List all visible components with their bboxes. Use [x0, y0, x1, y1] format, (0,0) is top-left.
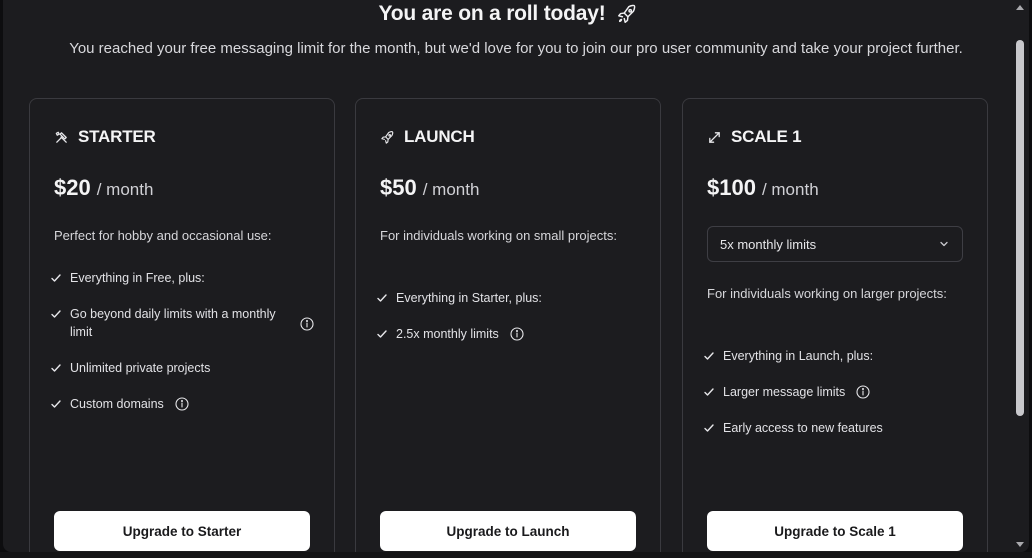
plan-card-scale-1: SCALE 1 $100 / month 5x monthly limits F…: [682, 98, 988, 552]
plan-price-row: $100 / month: [707, 175, 819, 201]
feature-item: Early access to new features: [703, 419, 967, 437]
check-icon: [377, 294, 387, 302]
feature-item: Unlimited private projects: [50, 359, 314, 377]
plan-description: Perfect for hobby and occasional use:: [54, 228, 272, 243]
plan-price-row: $50 / month: [380, 175, 479, 201]
plan-price-row: $20 / month: [54, 175, 153, 201]
plan-features: Everything in Starter, plus: 2.5x monthl…: [376, 289, 640, 361]
check-icon: [704, 388, 714, 396]
check-icon: [51, 364, 61, 372]
plan-period: / month: [422, 180, 480, 199]
feature-item: Everything in Free, plus:: [50, 269, 314, 287]
feature-item: Everything in Launch, plus:: [703, 347, 967, 365]
info-icon[interactable]: [300, 316, 314, 331]
scrollbar-thumb[interactable]: [1016, 40, 1024, 416]
feature-text: Everything in Launch, plus:: [723, 349, 874, 363]
feature-item: Custom domains: [50, 395, 314, 413]
plan-features: Everything in Launch, plus: Larger messa…: [703, 347, 967, 455]
limits-select-value: 5x monthly limits: [720, 236, 817, 252]
check-icon: [704, 424, 714, 432]
plan-card-starter: STARTER $20 / month Perfect for hobby an…: [29, 98, 335, 552]
upgrade-starter-button[interactable]: Upgrade to Starter: [54, 511, 310, 551]
tools-icon: [55, 131, 67, 143]
feature-item: Everything in Starter, plus:: [376, 289, 640, 307]
dialog-scrollbar[interactable]: [1013, 0, 1027, 552]
upgrade-launch-button[interactable]: Upgrade to Launch: [380, 511, 636, 551]
plan-price: $100: [707, 175, 756, 200]
plan-header: SCALE 1: [707, 127, 802, 147]
plan-price: $20: [54, 175, 91, 200]
dialog-title: You are on a roll today!: [378, 2, 606, 25]
check-icon: [51, 274, 61, 282]
info-icon[interactable]: [856, 385, 870, 399]
plan-name: LAUNCH: [404, 127, 475, 146]
check-icon: [51, 310, 61, 318]
rocket-icon: [617, 4, 635, 23]
feature-text: Early access to new features: [723, 421, 883, 435]
dialog-header: You are on a roll today!: [3, 2, 1013, 26]
plan-card-launch: LAUNCH $50 / month For individuals worki…: [355, 98, 661, 552]
info-icon[interactable]: [510, 327, 524, 341]
feature-text: Everything in Starter, plus:: [396, 291, 542, 305]
feature-text: Unlimited private projects: [70, 361, 211, 375]
plan-name: STARTER: [78, 127, 156, 146]
plan-header: LAUNCH: [380, 127, 475, 147]
check-icon: [704, 352, 714, 360]
chevron-down-icon: [940, 241, 948, 247]
check-icon: [377, 330, 387, 338]
rocket-icon: [381, 130, 394, 144]
info-icon[interactable]: [175, 397, 189, 411]
plan-period: / month: [761, 180, 819, 199]
feature-text: Larger message limits: [723, 385, 846, 399]
plan-price: $50: [380, 175, 417, 200]
dialog-subtitle: You reached your free messaging limit fo…: [69, 40, 963, 57]
plan-features: Everything in Free, plus: Go beyond dail…: [50, 269, 314, 431]
plan-description: For individuals working on small project…: [380, 228, 617, 243]
scroll-up-arrow[interactable]: [1016, 5, 1024, 10]
background-page: [0, 552, 1032, 558]
feature-text: Go beyond daily limits with a monthly li…: [70, 307, 276, 339]
upgrade-scale-1-button[interactable]: Upgrade to Scale 1: [707, 511, 963, 551]
feature-item: Go beyond daily limits with a monthly li…: [50, 305, 314, 341]
expand-icon: [709, 131, 720, 143]
limits-select[interactable]: 5x monthly limits: [707, 226, 963, 262]
feature-text: Custom domains: [70, 397, 164, 411]
plan-description: For individuals working on larger projec…: [707, 286, 947, 301]
feature-text: Everything in Free, plus:: [70, 271, 205, 285]
feature-item: 2.5x monthly limits: [376, 325, 640, 343]
plan-header: STARTER: [54, 127, 156, 147]
upgrade-dialog: You are on a roll today! You reached you…: [3, 0, 1029, 552]
check-icon: [51, 400, 61, 408]
plan-period: / month: [96, 180, 154, 199]
feature-text: 2.5x monthly limits: [396, 327, 499, 341]
scroll-down-arrow[interactable]: [1016, 542, 1024, 547]
plan-name: SCALE 1: [731, 127, 802, 146]
feature-item: Larger message limits: [703, 383, 967, 401]
dialog-content: You are on a roll today! You reached you…: [3, 0, 1013, 552]
